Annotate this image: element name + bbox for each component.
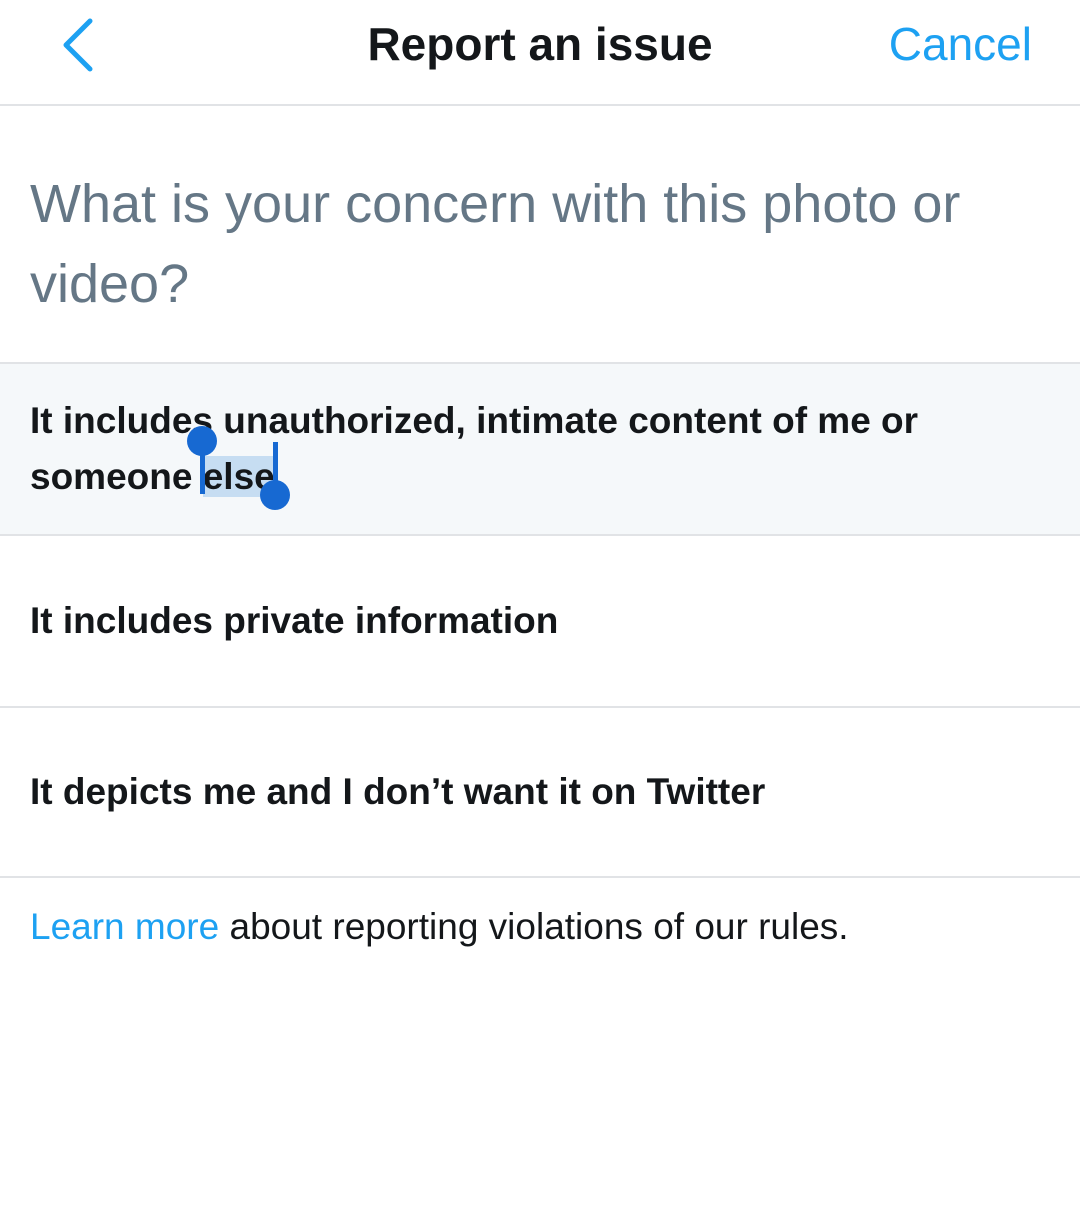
selection-end-handle[interactable] — [259, 442, 290, 510]
option-label: It includes private information — [30, 600, 559, 641]
selection-start-handle[interactable] — [186, 426, 217, 494]
cancel-button[interactable]: Cancel — [889, 14, 1032, 74]
option-private-information[interactable]: It includes private information — [0, 534, 1080, 706]
option-depicts-me[interactable]: It depicts me and I don’t want it on Twi… — [0, 706, 1080, 878]
nav-header: Report an issue Cancel — [0, 0, 1080, 106]
learn-more-link[interactable]: Learn more — [30, 906, 219, 947]
question-heading: What is your concern with this photo or … — [30, 174, 961, 314]
text-selection[interactable]: else — [186, 426, 290, 510]
option-label: It depicts me and I don’t want it on Twi… — [30, 771, 766, 812]
footer-text: about reporting violations of our rules. — [219, 906, 849, 947]
footer-note: Learn more about reporting violations of… — [30, 902, 849, 952]
option-unauthorized-intimate-content[interactable]: It includes unauthorized, intimate conte… — [0, 362, 1080, 534]
option-label: It includes unauthorized, intimate conte… — [30, 400, 919, 510]
report-options-list: It includes unauthorized, intimate conte… — [0, 362, 1080, 878]
